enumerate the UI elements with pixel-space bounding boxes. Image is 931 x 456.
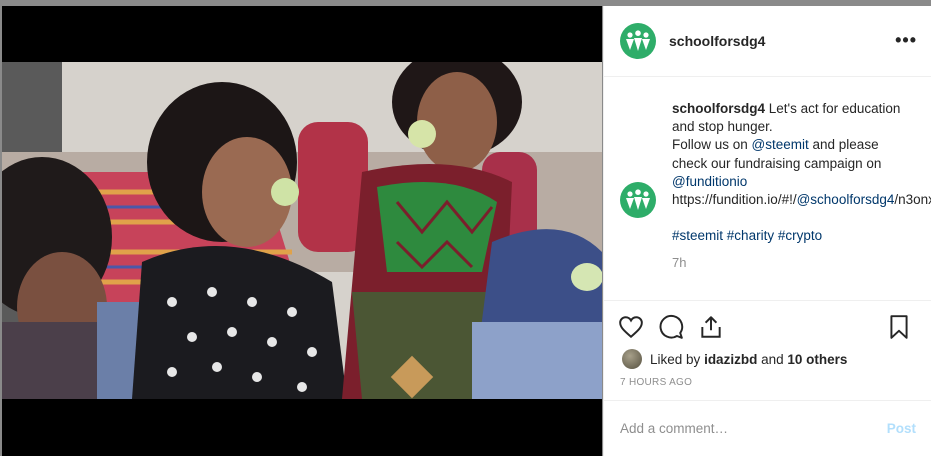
caption-follow-prefix: Follow us on [672, 137, 752, 153]
likes-others-link[interactable]: 10 others [787, 352, 847, 367]
post-media[interactable] [2, 6, 602, 456]
hashtag-charity-link[interactable]: #charity [727, 228, 774, 243]
action-icons-row [604, 301, 931, 343]
caption-username[interactable]: schoolforsdg4 [672, 101, 765, 116]
likes-summary: Liked by idazizbd and 10 others [604, 343, 931, 369]
mention-funditionio-link[interactable]: @funditionio [672, 174, 747, 189]
hashtag-steemit-link[interactable]: #steemit [672, 228, 723, 243]
mention-schoolforsdg4-link[interactable]: @schoolforsdg4 [797, 192, 895, 207]
likes-middle: and [761, 351, 784, 367]
caption-text: schoolforsdg4 Let's act for education an… [672, 100, 931, 246]
post-comment-button[interactable]: Post [887, 421, 916, 436]
post-timestamp[interactable]: 7 HOURS AGO [604, 369, 931, 388]
post-header: schoolforsdg4 ••• [604, 6, 931, 77]
caption-url-suffix: /n3onxnpik [894, 192, 931, 208]
comment-input[interactable] [620, 421, 887, 436]
comment-bar: Post [604, 400, 931, 456]
comment-icon[interactable] [658, 314, 684, 340]
share-icon[interactable] [698, 314, 724, 340]
post-side-panel: schoolforsdg4 ••• schoolforsdg4 Let's ac… [603, 6, 931, 456]
header-username[interactable]: schoolforsdg4 [669, 33, 765, 49]
post-actions: Liked by idazizbd and 10 others 7 HOURS … [604, 300, 931, 410]
liker-avatar[interactable] [622, 349, 642, 369]
likes-prefix: Liked by [650, 351, 701, 367]
post-photo[interactable] [2, 62, 602, 399]
heart-icon[interactable] [618, 314, 644, 340]
caption-url-prefix: https://fundition.io/#!/ [672, 192, 797, 208]
liker-username[interactable]: idazizbd [704, 352, 757, 367]
caption-section: schoolforsdg4 Let's act for education an… [604, 78, 931, 300]
caption-timestamp[interactable]: 7h [672, 255, 916, 270]
people-logo-icon [626, 189, 650, 210]
bookmark-icon[interactable] [886, 314, 912, 340]
more-icon[interactable]: ••• [895, 31, 917, 49]
people-logo-icon [626, 30, 650, 51]
hashtag-crypto-link[interactable]: #crypto [778, 228, 822, 243]
photo-illustration [2, 62, 602, 399]
profile-avatar[interactable] [620, 23, 656, 59]
mention-steemit-link[interactable]: @steemit [752, 137, 809, 152]
caption-avatar[interactable] [620, 182, 656, 218]
